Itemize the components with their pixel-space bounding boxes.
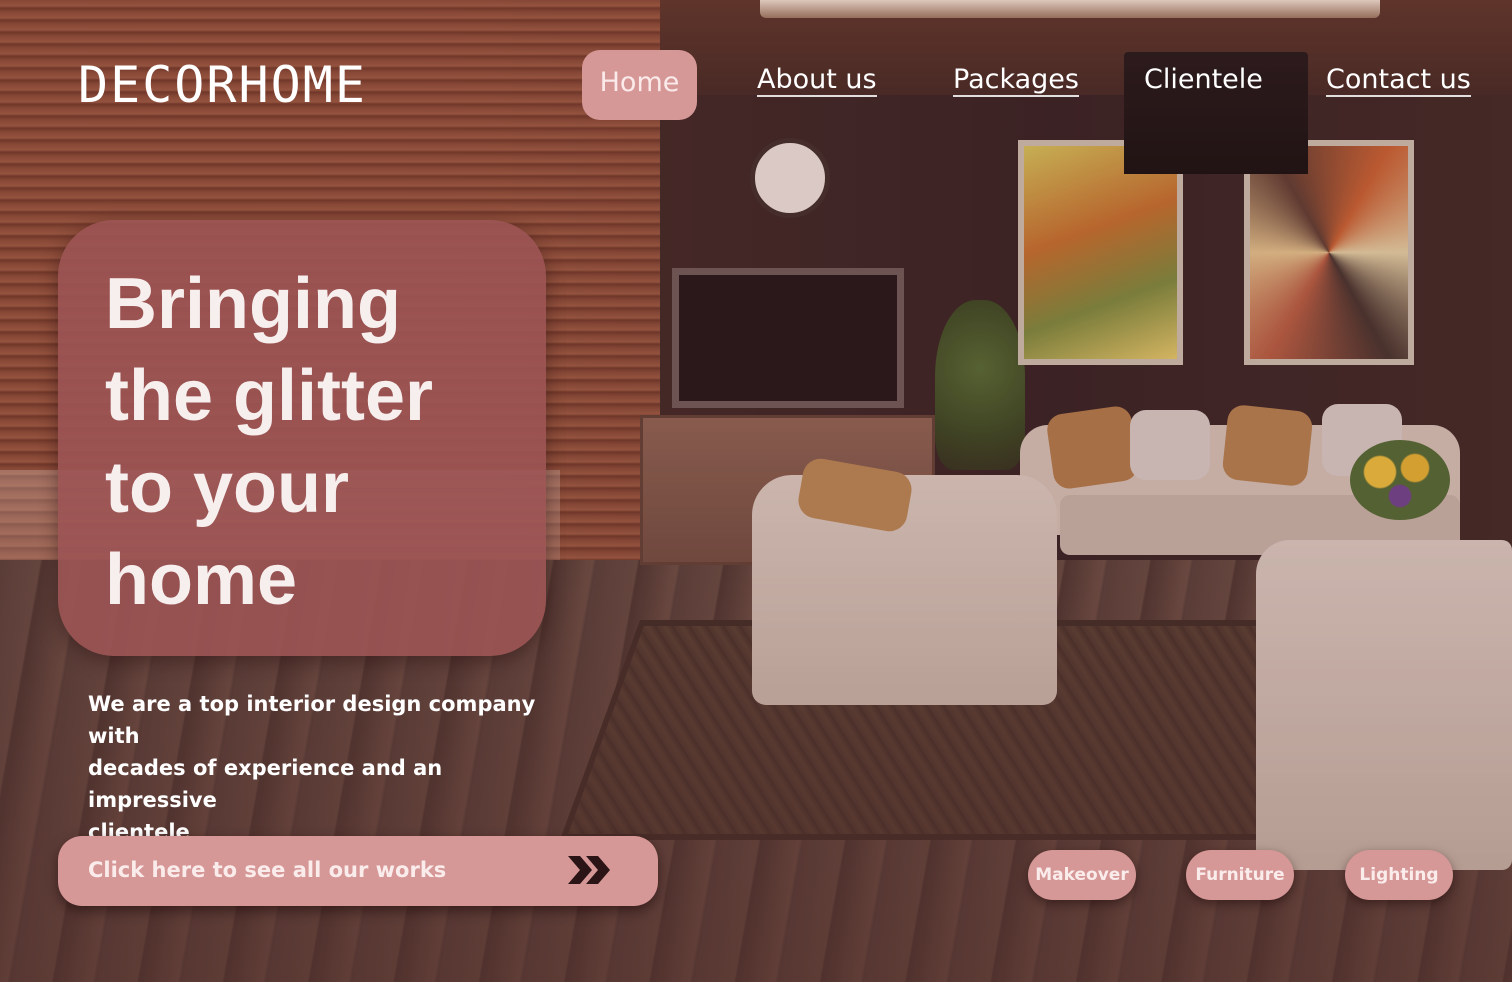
- hero-title: Bringing the glitter to your home: [105, 258, 525, 626]
- hero-subtitle: We are a top interior design company wit…: [88, 688, 568, 848]
- category-lighting-button[interactable]: Lighting: [1345, 850, 1453, 900]
- top-nav: Home About us Packages Clientele Contact…: [0, 0, 1512, 130]
- category-makeover-button[interactable]: Makeover: [1028, 850, 1136, 900]
- see-all-works-label: Click here to see all our works: [88, 858, 447, 882]
- nav-item-label: Contact us: [1326, 64, 1471, 97]
- hero-title-line: to your: [105, 448, 349, 528]
- nav-item-about-us[interactable]: About us: [757, 58, 877, 104]
- double-chevron-right-icon[interactable]: [566, 852, 614, 888]
- hero-title-line: home: [105, 540, 298, 620]
- nav-item-label: Clientele: [1144, 64, 1263, 95]
- category-furniture-button[interactable]: Furniture: [1186, 850, 1294, 900]
- nav-item-contact-us[interactable]: Contact us: [1326, 58, 1471, 104]
- nav-item-label: About us: [757, 64, 877, 97]
- nav-item-home[interactable]: Home: [582, 50, 697, 120]
- nav-item-packages[interactable]: Packages: [953, 58, 1079, 104]
- hero-subtitle-line: decades of experience and an impressive: [88, 756, 443, 812]
- nav-item-label: Packages: [953, 64, 1079, 97]
- hero-title-line: Bringing: [105, 264, 401, 344]
- nav-item-clientele[interactable]: Clientele: [1144, 58, 1263, 104]
- hero-subtitle-line: We are a top interior design company wit…: [88, 692, 536, 748]
- hero-title-line: the glitter: [105, 356, 434, 436]
